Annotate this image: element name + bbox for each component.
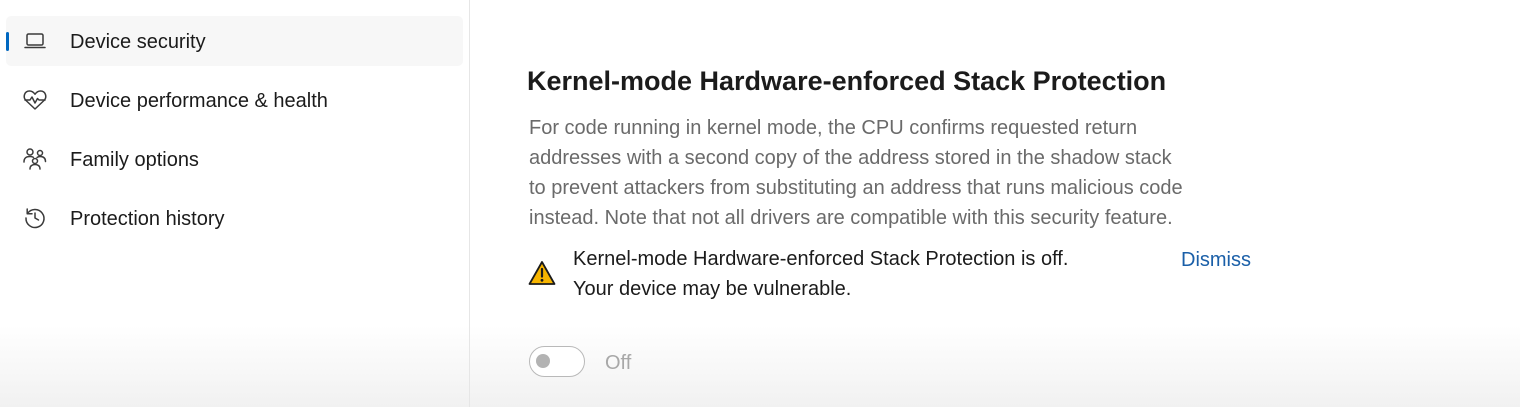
sidebar-item-label: Family options bbox=[70, 149, 199, 171]
sidebar-item-label: Device performance & health bbox=[70, 90, 328, 112]
sidebar-item-protection-history[interactable]: Protection history bbox=[6, 193, 463, 243]
warning-message: Kernel-mode Hardware-enforced Stack Prot… bbox=[573, 244, 1068, 304]
description-line: to prevent attackers from substituting a… bbox=[529, 177, 1183, 199]
description-line: addresses with a second copy of the addr… bbox=[529, 147, 1172, 169]
sidebar-item-label: Device security bbox=[70, 31, 206, 53]
description-line: For code running in kernel mode, the CPU… bbox=[529, 117, 1138, 139]
sidebar-item-device-security[interactable]: Device security bbox=[6, 16, 463, 66]
section-description: For code running in kernel mode, the CPU… bbox=[529, 113, 1289, 233]
sidebar-item-family-options[interactable]: Family options bbox=[6, 134, 463, 184]
warning-line: Your device may be vulnerable. bbox=[573, 278, 852, 300]
history-icon bbox=[22, 206, 48, 230]
dismiss-link[interactable]: Dismiss bbox=[1181, 247, 1251, 273]
main-content: Kernel-mode Hardware-enforced Stack Prot… bbox=[471, 0, 1520, 407]
toggle-state-label: Off bbox=[605, 352, 632, 374]
laptop-icon bbox=[22, 29, 48, 53]
sidebar-item-device-performance[interactable]: Device performance & health bbox=[6, 75, 463, 125]
stack-protection-toggle[interactable] bbox=[529, 346, 585, 377]
warning-line: Kernel-mode Hardware-enforced Stack Prot… bbox=[573, 248, 1069, 270]
toggle-knob bbox=[536, 354, 550, 368]
family-icon bbox=[22, 147, 48, 171]
sidebar-nav: Device security Device performance & hea… bbox=[0, 0, 470, 407]
description-line: instead. Note that not all drivers are c… bbox=[529, 207, 1173, 229]
selection-indicator bbox=[6, 32, 9, 51]
sidebar-item-label: Protection history bbox=[70, 208, 225, 230]
section-title: Kernel-mode Hardware-enforced Stack Prot… bbox=[527, 66, 1167, 96]
warning-icon bbox=[528, 260, 556, 286]
heart-pulse-icon bbox=[22, 88, 48, 112]
